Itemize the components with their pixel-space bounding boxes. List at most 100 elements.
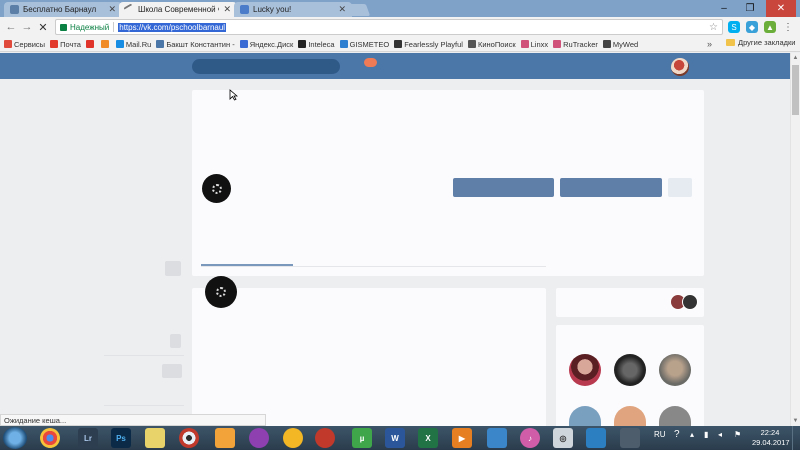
browser-tab-strip: Бесплатно Барнаул ✕ Школа Современной Ф … — [0, 0, 800, 17]
utorrent-icon[interactable]: µ — [352, 428, 372, 448]
close-icon[interactable]: ✕ — [108, 4, 116, 15]
scrollbar-thumb[interactable] — [792, 65, 799, 115]
bookmark-label: Inteleca — [308, 39, 335, 49]
minimize-button[interactable]: – — [712, 0, 736, 17]
bookmarks-bar: Сервисы Почта Mail.Ru Бакшт Константин - Янд… — [0, 37, 800, 52]
bookmark-favicon-icon — [4, 40, 12, 48]
word-icon[interactable]: W — [385, 428, 405, 448]
shield-extension-icon[interactable]: ▲ — [764, 21, 776, 33]
divider — [104, 405, 184, 406]
monitor-icon[interactable] — [586, 428, 606, 448]
bookmark-item[interactable]: Mail.Ru — [115, 40, 151, 49]
url-text[interactable]: https://vk.com/pschoolbarnaul — [118, 22, 227, 32]
flag-icon[interactable]: ⚑ — [734, 430, 741, 439]
bookmark-item[interactable]: RuTracker — [553, 40, 598, 49]
tray-expand-icon[interactable]: ▴ — [690, 430, 694, 439]
bookmark-label: КиноПоиск — [477, 39, 516, 49]
mouse-cursor-icon — [229, 89, 238, 101]
photoshop-icon[interactable]: Ps — [111, 428, 131, 448]
close-icon[interactable]: ✕ — [338, 4, 346, 15]
network-icon[interactable]: ▮ — [704, 430, 708, 439]
secure-indicator[interactable]: Надежный — [60, 23, 109, 32]
user-avatar[interactable] — [671, 58, 689, 76]
card-reader-icon[interactable] — [620, 428, 640, 448]
other-bookmarks-button[interactable]: Другие закладки — [726, 38, 795, 47]
bookmarks-overflow-button[interactable]: » — [707, 39, 712, 49]
bookmark-star-icon[interactable]: ☆ — [709, 22, 718, 33]
start-button[interactable] — [3, 427, 27, 449]
secure-label: Надежный — [70, 22, 110, 32]
notes-icon[interactable] — [487, 428, 507, 448]
loading-favicon-icon — [123, 3, 136, 16]
camera-app-icon[interactable]: ◎ — [553, 428, 573, 448]
menu-icon[interactable]: ⋮ — [782, 21, 794, 33]
maximize-button[interactable]: ❐ — [738, 0, 762, 17]
stop-loading-icon[interactable]: ✕ — [36, 20, 50, 34]
itunes-icon[interactable]: ♪ — [520, 428, 540, 448]
member-avatar[interactable] — [569, 354, 601, 386]
lightroom-icon[interactable]: Lr — [78, 428, 98, 448]
bookmark-label: Linxx — [530, 39, 549, 49]
more-actions-button[interactable] — [668, 178, 692, 197]
close-icon[interactable]: ✕ — [223, 4, 231, 15]
folder-app-icon[interactable] — [283, 428, 303, 448]
bookmark-item[interactable]: Inteleca — [298, 39, 335, 49]
volume-icon[interactable]: ◂ — [718, 430, 722, 439]
bookmark-item[interactable]: Бакшт Константин - — [156, 40, 235, 49]
bookmark-label: MyWed — [612, 39, 639, 49]
scroll-down-icon[interactable]: ▼ — [791, 416, 800, 426]
excel-icon[interactable]: X — [418, 428, 438, 448]
media-player-icon[interactable]: ▶ — [452, 428, 472, 448]
wall-panel — [192, 288, 546, 426]
bookmark-item[interactable]: Почта — [50, 40, 81, 49]
tab-lucky-you[interactable]: Lucky you! ✕ — [234, 2, 352, 17]
bookmark-item[interactable]: GISMETEO — [339, 40, 389, 49]
scroll-up-icon[interactable]: ▲ — [791, 53, 800, 63]
file-explorer-icon[interactable] — [145, 428, 165, 448]
media-app-icon[interactable] — [249, 428, 269, 448]
bookmark-favicon-icon — [156, 40, 165, 48]
back-arrow-icon[interactable]: ← — [4, 20, 18, 34]
bookmark-item[interactable]: Сервисы — [4, 40, 45, 49]
search-input[interactable] — [192, 59, 340, 74]
tab-label: Бесплатно Барнаул — [23, 5, 97, 14]
chrome-icon[interactable] — [40, 428, 60, 448]
bookmark-item[interactable]: Яндекс.Диск — [239, 40, 293, 49]
address-bar[interactable]: Надежный https://vk.com/pschoolbarnaul ☆ — [55, 19, 723, 35]
show-desktop-button[interactable] — [792, 426, 800, 450]
language-indicator[interactable]: RU — [654, 430, 666, 439]
extension-icon[interactable]: ◆ — [746, 21, 758, 33]
window-close-button[interactable]: ✕ — [766, 0, 796, 17]
member-avatar[interactable] — [614, 354, 646, 386]
tab-shkola[interactable]: Школа Современной Ф ✕ — [119, 2, 237, 17]
bookmark-favicon-icon — [239, 40, 248, 48]
new-tab-button[interactable] — [345, 4, 371, 16]
post-author-avatar[interactable] — [205, 276, 237, 308]
group-avatar[interactable] — [202, 174, 231, 203]
bookmark-item[interactable]: Linxx — [520, 39, 549, 49]
help-icon[interactable]: ? — [674, 429, 680, 440]
globe-app-icon[interactable] — [315, 428, 335, 448]
notification-icon[interactable] — [364, 58, 377, 67]
system-clock[interactable]: 22:24 29.04.2017 — [752, 428, 790, 448]
bookmark-item[interactable] — [100, 40, 111, 48]
bookmark-favicon-icon — [553, 40, 562, 48]
bookmark-favicon-icon — [339, 40, 348, 48]
subscribe-button[interactable] — [453, 178, 554, 197]
forward-arrow-icon[interactable]: → — [20, 20, 34, 34]
bookmark-item[interactable]: Fearlessly Playful — [394, 40, 463, 49]
member-avatar[interactable] — [659, 354, 691, 386]
paint-icon[interactable] — [215, 428, 235, 448]
skype-icon[interactable]: S — [728, 21, 740, 33]
bookmark-favicon-icon — [298, 40, 307, 48]
bookmark-item[interactable] — [85, 40, 96, 48]
bookmark-item[interactable]: КиноПоиск — [467, 39, 516, 49]
left-menu-placeholder — [170, 334, 181, 348]
tab-besplatno-barnaul[interactable]: Бесплатно Барнаул ✕ — [4, 2, 122, 17]
follower-avatar[interactable] — [682, 294, 698, 310]
eye-app-icon[interactable] — [179, 428, 199, 448]
bookmark-item[interactable]: MyWed — [602, 39, 639, 49]
message-button[interactable] — [560, 178, 662, 197]
folder-icon — [726, 39, 735, 46]
page-scrollbar[interactable]: ▲ ▼ — [790, 53, 800, 426]
